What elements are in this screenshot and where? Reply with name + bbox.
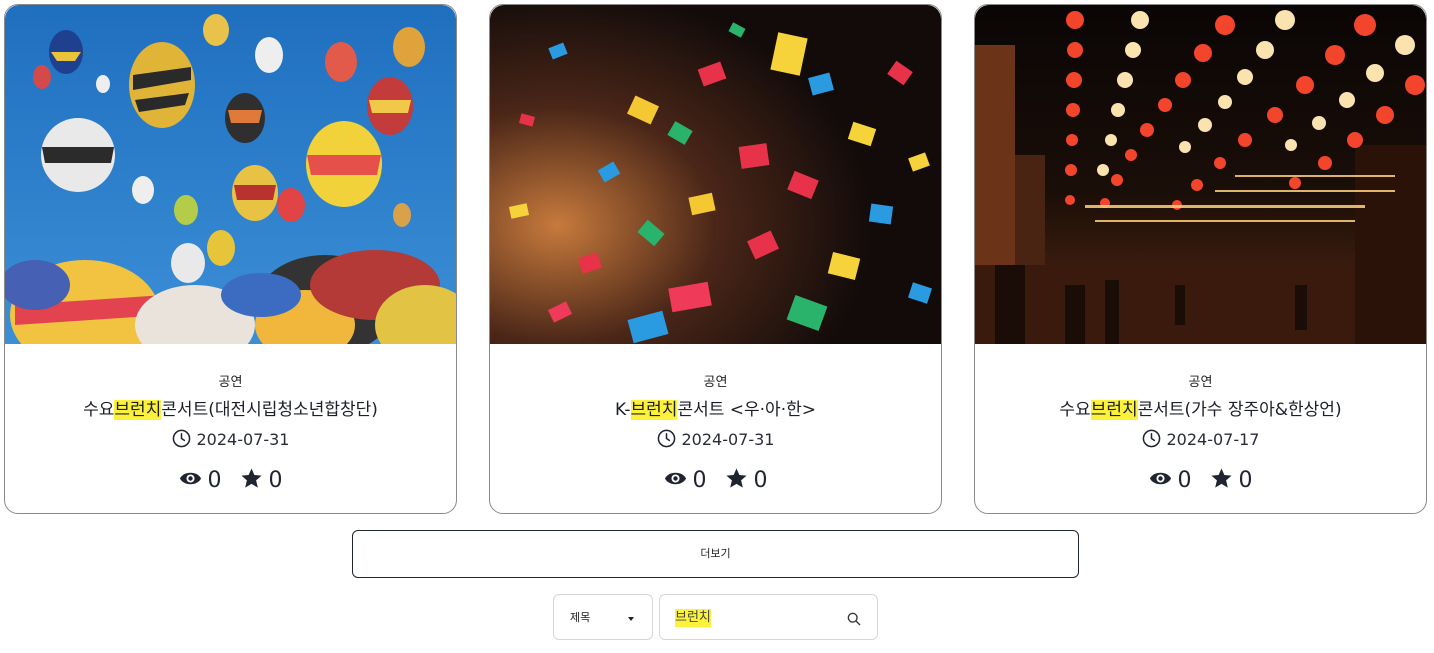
event-category: 공연: [1188, 375, 1213, 390]
hot-air-balloons-image: [5, 5, 456, 344]
event-thumbnail-lanterns: [975, 5, 1426, 344]
event-date: 2024-07-31: [5, 425, 456, 455]
event-date: 2024-07-17: [975, 425, 1426, 455]
event-stats: 0 0: [490, 466, 941, 496]
event-title[interactable]: 수요브런치콘서트(가수 장주아&한상언): [975, 395, 1426, 425]
eye-icon: [179, 467, 202, 490]
event-date-text: 2024-07-31: [681, 430, 775, 449]
search-query-text: 브런치: [675, 609, 711, 627]
event-category: 공연: [218, 375, 243, 390]
event-card-info: 공연 수요브런치콘서트(대전시립청소년합창단) 2024-07-31 0 0: [5, 371, 456, 496]
star-count: 0: [1238, 468, 1253, 493]
event-stats: 0 0: [5, 466, 456, 496]
search-input[interactable]: 브런치: [659, 594, 878, 640]
event-card-info: 공연 수요브런치콘서트(가수 장주아&한상언) 2024-07-17 0 0: [975, 371, 1426, 496]
event-title-suffix: 콘서트(대전시립청소년합창단): [161, 400, 378, 420]
search-icon[interactable]: [847, 611, 861, 626]
event-title-suffix: 콘서트(가수 장주아&한상언): [1137, 400, 1342, 420]
search-field-select[interactable]: 제목: [553, 594, 653, 640]
view-count: 0: [207, 468, 222, 493]
star-count: 0: [268, 468, 283, 493]
view-count: 0: [692, 468, 707, 493]
star-icon: [1210, 467, 1233, 490]
event-title-prefix: 수요: [83, 400, 115, 420]
clock-icon: [1142, 428, 1161, 448]
event-title-prefix: 수요: [1059, 400, 1091, 420]
event-title-highlight: 브런치: [114, 400, 162, 420]
caret-down-icon: [628, 617, 634, 621]
view-count: 0: [1177, 468, 1192, 493]
event-thumbnail-balloons: [5, 5, 456, 344]
event-date-text: 2024-07-31: [196, 430, 290, 449]
event-date-text: 2024-07-17: [1166, 430, 1260, 449]
event-title-highlight: 브런치: [1090, 400, 1138, 420]
event-title[interactable]: 수요브런치콘서트(대전시립청소년합창단): [5, 395, 456, 425]
load-more-button[interactable]: 더보기: [352, 530, 1079, 578]
event-title[interactable]: K-브런치콘서트 <우·아·한>: [490, 395, 941, 425]
event-card[interactable]: 공연 수요브런치콘서트(가수 장주아&한상언) 2024-07-17 0 0: [974, 4, 1427, 514]
event-title-highlight: 브런치: [630, 400, 678, 420]
event-thumbnail-confetti: [490, 5, 941, 344]
event-title-prefix: K-: [615, 400, 631, 420]
event-card[interactable]: 공연 K-브런치콘서트 <우·아·한> 2024-07-31 0 0: [489, 4, 942, 514]
event-date: 2024-07-31: [490, 425, 941, 455]
event-card[interactable]: 공연 수요브런치콘서트(대전시립청소년합창단) 2024-07-31 0 0: [4, 4, 457, 514]
eye-icon: [1149, 467, 1172, 490]
event-card-list: 공연 수요브런치콘서트(대전시립청소년합창단) 2024-07-31 0 0 공…: [4, 4, 1428, 514]
star-count: 0: [753, 468, 768, 493]
star-icon: [725, 467, 748, 490]
event-stats: 0 0: [975, 466, 1426, 496]
confetti-image: [490, 5, 941, 344]
event-card-info: 공연 K-브런치콘서트 <우·아·한> 2024-07-31 0 0: [490, 371, 941, 496]
event-title-suffix: 콘서트 <우·아·한>: [677, 400, 816, 420]
clock-icon: [172, 428, 191, 448]
event-category: 공연: [703, 375, 728, 390]
clock-icon: [657, 428, 676, 448]
lantern-festival-image: [975, 5, 1426, 344]
star-icon: [240, 467, 263, 490]
search-field-value: 제목: [570, 611, 591, 624]
eye-icon: [664, 467, 687, 490]
